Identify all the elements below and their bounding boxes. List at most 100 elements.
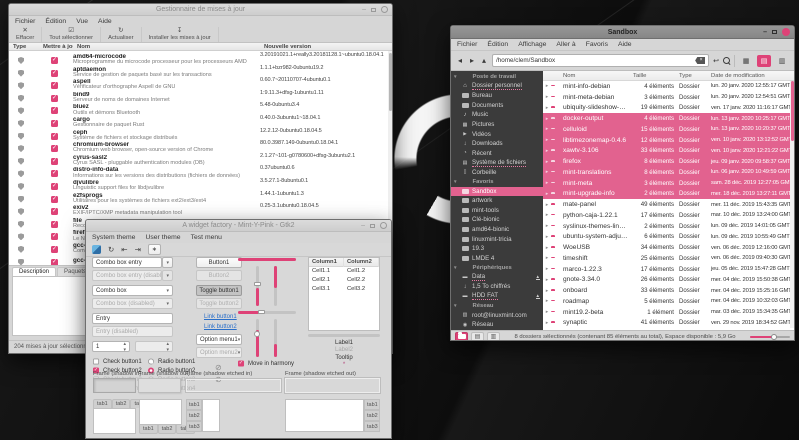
notebook-tabs-right[interactable]: tab1tab2tab3 (285, 399, 380, 435)
expander-icon[interactable]: ▸ (543, 288, 551, 294)
file-row[interactable]: ▸ mint19.2-beta 1 élément Dossier mar. 0… (543, 307, 794, 318)
update-checkbox[interactable] (51, 133, 58, 140)
sidebar-item[interactable]: Clé-bionic ▲ (451, 215, 543, 225)
toolbar-button[interactable]: ↻ Actualiser (101, 27, 141, 42)
menu-edition[interactable]: Édition (487, 41, 508, 48)
menu-fichier[interactable]: Fichier (15, 18, 35, 25)
sidebar-item[interactable]: Récent ▲ (451, 148, 543, 158)
expander-icon[interactable]: ▸ (543, 255, 551, 261)
file-row[interactable]: ▸ timeshift 25 éléments Dossier ven. 06 … (543, 253, 794, 264)
col-nom[interactable]: Nom (563, 73, 631, 79)
expander-icon[interactable]: ▸ (543, 309, 551, 315)
file-row[interactable]: ▸ WoeUSB 34 éléments Dossier ven. 06 déc… (543, 242, 794, 253)
close-icon[interactable] (380, 222, 387, 229)
expander-icon[interactable]: ▸ (543, 266, 551, 272)
sidebar-item[interactable]: Downloads ▲ (451, 139, 543, 149)
sidebar-item[interactable]: Dossier personnel ▲ (451, 82, 543, 92)
sidebar-item[interactable]: 19.3 ▲ (451, 244, 543, 254)
tree-column1[interactable]: Column1 (309, 258, 344, 267)
entry-field[interactable]: Entry (92, 313, 173, 324)
eject-icon[interactable]: ▲ (536, 275, 540, 280)
menu-edition[interactable]: Édition (45, 18, 66, 25)
link-button-1[interactable]: Link button1 (204, 314, 237, 320)
expander-icon[interactable]: ▸ (543, 83, 551, 89)
toolbar-button[interactable]: ↧ Installer les mises à jour (142, 27, 219, 42)
sidebar-item[interactable]: Corbeille ▲ (451, 167, 543, 177)
update-checkbox[interactable] (51, 196, 58, 203)
expander-icon[interactable]: ▸ (543, 212, 551, 218)
forward-button[interactable]: ▸ (468, 56, 476, 66)
file-row[interactable]: ▸ onboard 33 éléments Dossier mer. 04 dé… (543, 285, 794, 296)
tab-description[interactable]: Description (12, 267, 56, 276)
toolbar-button[interactable]: ☑ Tout sélectionner (42, 27, 101, 42)
file-row[interactable]: ▸ mint-meta 3 éléments Dossier sam. 28 d… (543, 178, 794, 189)
sidebar-item[interactable]: Music ▲ (451, 110, 543, 120)
close-icon[interactable] (381, 6, 388, 13)
list-view-toggle[interactable]: ▤ (757, 55, 771, 67)
toolbar-button[interactable]: ✕ Effacer (9, 27, 42, 42)
file-row[interactable]: ▸ mint-meta-debian 3 éléments Dossier lu… (543, 92, 794, 103)
sidebar-item[interactable]: artwork ▲ (451, 196, 543, 206)
eject-icon[interactable]: ▲ (536, 294, 540, 299)
sidebar-item[interactable]: root@linuxmint.com ▲ (451, 311, 543, 321)
check-button-1[interactable] (93, 358, 99, 364)
notebook-tab[interactable]: tab2 (158, 425, 177, 434)
toggle-button-1[interactable]: Toggle button1 (196, 285, 242, 296)
menu-vue[interactable]: Vue (76, 18, 88, 25)
treeview-toggle-button[interactable]: ▤ (471, 332, 484, 342)
update-checkbox[interactable] (51, 183, 58, 190)
places-toggle-button[interactable] (455, 332, 468, 342)
menu-system-theme[interactable]: System theme (92, 234, 135, 241)
update-checkbox[interactable] (51, 82, 58, 89)
treeview[interactable]: Column1 Column2 Cell1.1 Cell1.2 Cell2.1 … (308, 257, 380, 331)
notebook-tab[interactable]: tab2 (112, 399, 131, 408)
update-checkbox[interactable] (51, 221, 58, 228)
notebook-tab[interactable]: tab1 (364, 399, 380, 410)
expander-icon[interactable]: ▸ (543, 180, 551, 186)
file-row[interactable]: ▸ marco-1.22.3 17 éléments Dossier jeu. … (543, 264, 794, 275)
file-row[interactable]: ▸ celluloid 15 éléments Dossier lun. 13 … (543, 124, 794, 135)
notebook-tab[interactable]: tab1 (139, 425, 158, 434)
combo-entry-arrow[interactable]: ▾ (162, 257, 173, 268)
sidebar-item[interactable]: linuxmint-tricia ▲ (451, 234, 543, 244)
sidebar-item[interactable]: Pictures ▲ (451, 120, 543, 130)
col-version[interactable]: Nouvelle version (260, 44, 392, 50)
sidebar-item[interactable]: Réseau ▲ (451, 320, 543, 330)
update-checkbox[interactable] (51, 145, 58, 152)
scale-horizontal[interactable] (238, 311, 296, 314)
sidebar-item[interactable]: Documents ▲ (451, 101, 543, 111)
notebook-tab[interactable]: tab2 (364, 410, 380, 421)
file-row[interactable]: ▸ ubuntu-system-adjustme... 6 éléments D… (543, 232, 794, 243)
sidebar-item[interactable]: Data ▲ (451, 272, 543, 282)
seek-forward-icon[interactable]: ⇥ (135, 246, 141, 254)
sidebar-item[interactable]: 1,5 To chiffrés ▲ (451, 282, 543, 292)
update-row[interactable]: amd64-microcode Microprogramme du microc… (9, 51, 392, 64)
path-field[interactable]: /home/clem/Sandbox × (492, 54, 709, 67)
update-manager-titlebar[interactable]: Gestionnaire de mises à jour – (9, 4, 392, 16)
menu-aller-a[interactable]: Aller à (556, 41, 575, 48)
notebook-tab[interactable]: tab1 (93, 399, 112, 408)
sidebar-item[interactable]: Périphériques ▲ (451, 263, 543, 273)
notebook-tabs-bottom[interactable]: tab1tab2tab3 (139, 399, 182, 435)
sidebar-item[interactable]: amd64-bionic ▲ (451, 225, 543, 235)
radio-button-1[interactable] (148, 358, 154, 364)
toolbar-menu-button[interactable]: ∗ (148, 244, 161, 255)
sidebar-item[interactable]: Bureau ▲ (451, 91, 543, 101)
up-button[interactable]: ▴ (480, 56, 488, 66)
expander-icon[interactable]: ▸ (543, 191, 551, 197)
sidebar-item[interactable]: Sandbox ▲ (451, 187, 543, 197)
col-type[interactable]: Type (679, 73, 707, 79)
sidebar-item[interactable]: HDD FAT ▲ (451, 292, 543, 302)
sidebar-item[interactable]: Système de fichiers ▲ (451, 158, 543, 168)
file-list-scrollbar[interactable] (790, 81, 794, 328)
tree-row[interactable]: Cell1.1 Cell1.2 (309, 267, 379, 276)
expander-icon[interactable]: ▸ (543, 105, 551, 111)
update-checkbox[interactable] (51, 208, 58, 215)
file-row[interactable]: ▸ roadmap 5 éléments Dossier mer. 04 déc… (543, 296, 794, 307)
expander-icon[interactable]: ▸ (543, 148, 551, 154)
sidebar-item[interactable]: mint-tools ▲ (451, 206, 543, 216)
compact-view-toggle[interactable]: ▥ (775, 55, 789, 67)
expander-icon[interactable]: ▸ (543, 116, 551, 122)
file-row[interactable]: ▸ docker-output 4 éléments Dossier lun. … (543, 113, 794, 124)
terminal-toggle-button[interactable]: ▥ (487, 332, 500, 342)
